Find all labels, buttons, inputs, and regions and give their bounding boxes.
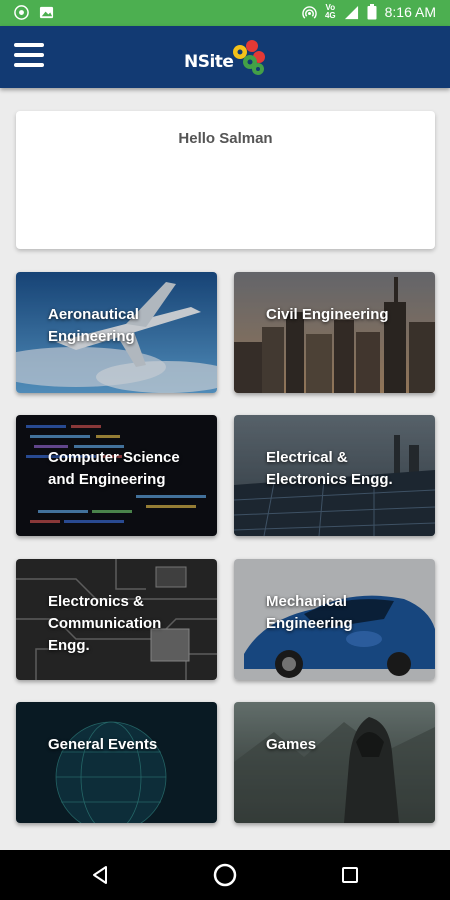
tile-electronics-communication[interactable]: Electronics & Communication Engg. (16, 559, 217, 680)
hamburger-menu-icon[interactable] (14, 43, 44, 69)
tile-label: Electrical & Electronics Engg. (266, 449, 393, 488)
signal-icon (344, 5, 358, 19)
tile-label: Mechanical Engineering (266, 593, 353, 632)
navigation-bar (0, 850, 450, 900)
image-icon (39, 6, 54, 19)
tile-civil-engineering[interactable]: Civil Engineering (234, 272, 435, 393)
app-logo: NSite (184, 36, 268, 78)
tile-computer-science[interactable]: Computer Science and Engineering (16, 415, 217, 536)
tile-electrical-electronics[interactable]: Electrical & Electronics Engg. (234, 415, 435, 536)
tile-label: General Events (48, 736, 158, 753)
tile-games[interactable]: Games (234, 702, 435, 823)
tile-general-events[interactable]: General Events (16, 702, 217, 823)
greeting-text: Hello Salman (178, 130, 273, 147)
battery-icon (367, 4, 377, 20)
chrome-icon (14, 5, 29, 20)
clock: 8:16 AM (384, 4, 436, 20)
tile-aeronautical-engineering[interactable]: Aeronautical Engineering (16, 272, 217, 393)
tile-label: Electronics & Communication Engg. (48, 593, 162, 654)
recents-icon[interactable] (337, 862, 363, 888)
back-icon[interactable] (88, 862, 114, 888)
tile-label: Civil Engineering (266, 306, 389, 323)
gears-icon (233, 40, 265, 75)
volte-badge: Vo 4G (324, 3, 336, 20)
tile-label: Aeronautical Engineering (48, 306, 139, 345)
app-bar: NSite (0, 26, 450, 88)
greeting-card: Hello Salman (16, 111, 435, 249)
tile-mechanical-engineering[interactable]: Mechanical Engineering (234, 559, 435, 680)
tile-label: Computer Science and Engineering (48, 449, 180, 488)
home-icon[interactable] (212, 862, 238, 888)
hotspot-icon (302, 5, 317, 19)
status-bar: Vo 4G 8:16 AM (0, 0, 450, 26)
tile-label: Games (266, 736, 317, 753)
